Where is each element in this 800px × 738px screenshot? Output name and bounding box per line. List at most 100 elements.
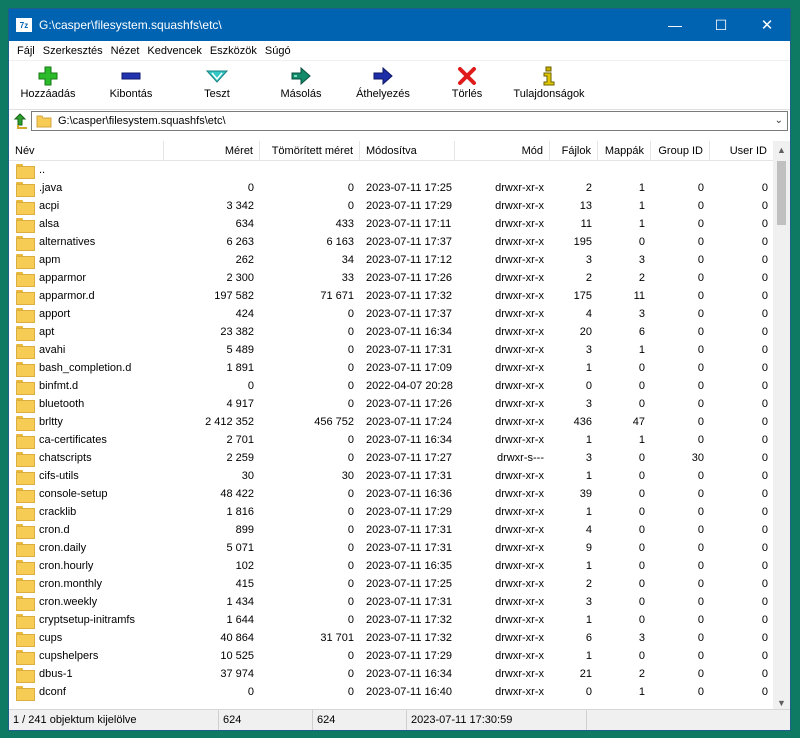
address-field[interactable]: G:\casper\filesystem.squashfs\etc\ ⌄ <box>31 110 788 131</box>
vertical-scrollbar[interactable]: ▲ ▼ <box>773 141 790 711</box>
toolbar: Hozzáadás Kibontás Teszt Másolás Áthelye… <box>9 61 790 107</box>
col-user-id[interactable]: User ID <box>710 141 774 161</box>
cell-files: 11 <box>580 218 592 230</box>
test-button[interactable]: Teszt <box>177 65 257 100</box>
move-button[interactable]: Áthelyezés <box>343 65 423 100</box>
list-rows: .. .java 0 0 2023-07-11 17:25 drwxr-xr-x 2 1 0 0 a… <box>9 161 774 711</box>
properties-button[interactable]: Tulajdonságok <box>509 65 589 100</box>
cell-group-id: 0 <box>697 398 704 410</box>
table-row[interactable]: ca-certificates 2 701 0 2023-07-11 16:34 drw… <box>9 431 774 449</box>
up-folder-button[interactable] <box>9 110 31 132</box>
table-row[interactable]: bash_completion.d 1 891 0 2023-07-11 17:09 d… <box>9 359 774 377</box>
delete-button[interactable]: Törlés <box>427 65 507 100</box>
table-row[interactable]: cryptsetup-initramfs 1 644 0 2023-07-11 17:… <box>9 611 774 629</box>
table-row[interactable]: apt 23 382 0 2023-07-11 16:34 drwxr-xr-x 20 6 0… <box>9 323 774 341</box>
minimize-button[interactable]: — <box>652 9 698 41</box>
cell-modified: 2023-07-11 17:09 <box>366 362 453 374</box>
table-row[interactable]: cron.weekly 1 434 0 2023-07-11 17:31 drwxr-x… <box>9 593 774 611</box>
table-row[interactable]: avahi 5 489 0 2023-07-11 17:31 drwxr-xr-x 3 1 0… <box>9 341 774 359</box>
table-row[interactable]: .. <box>9 161 774 179</box>
info-icon <box>542 65 556 87</box>
table-row[interactable]: acpi 3 342 0 2023-07-11 17:29 drwxr-xr-x 13 1 0… <box>9 197 774 215</box>
cell-folders: 1 <box>638 434 645 446</box>
col-name[interactable]: Név <box>9 141 164 161</box>
table-row[interactable]: dconf 0 0 2023-07-11 16:40 drwxr-xr-x 0 1 0 0 <box>9 683 774 701</box>
col-group-id[interactable]: Group ID <box>651 141 710 161</box>
table-row[interactable]: alsa 634 433 2023-07-11 17:11 drwxr-xr-x 11 1 0… <box>9 215 774 233</box>
close-button[interactable]: ✕ <box>744 9 790 41</box>
file-list: Név Méret Tömörített méret Módosítva Mód… <box>9 141 790 711</box>
cell-name: .java <box>39 182 63 194</box>
col-size[interactable]: Méret <box>164 141 260 161</box>
table-row[interactable]: apparmor.d 197 582 71 671 2023-07-11 17:32 d… <box>9 287 774 305</box>
table-row[interactable]: bluetooth 4 917 0 2023-07-11 17:26 drwxr-xr-… <box>9 395 774 413</box>
cell-folders: 0 <box>638 452 645 464</box>
table-row[interactable]: binfmt.d 0 0 2022-04-07 20:28 drwxr-xr-x 0 0 0 0 <box>9 377 774 395</box>
maximize-button[interactable]: ☐ <box>698 9 744 41</box>
table-row[interactable]: .java 0 0 2023-07-11 17:25 drwxr-xr-x 2 1 0 0 <box>9 179 774 197</box>
folder-icon <box>16 380 35 395</box>
table-row[interactable]: brltty 2 412 352 456 752 2023-07-11 17:24 dr… <box>9 413 774 431</box>
cell-folders: 0 <box>638 578 645 590</box>
cell-modified <box>360 161 470 179</box>
cell-group-id: 0 <box>697 470 704 482</box>
menu-favorites[interactable]: Kedvencek <box>143 45 205 57</box>
cell-group-id: 0 <box>697 182 704 194</box>
menu-edit[interactable]: Szerkesztés <box>39 45 107 57</box>
table-row[interactable]: apm 262 34 2023-07-11 17:12 drwxr-xr-x 3 3 0 0 <box>9 251 774 269</box>
col-mode[interactable]: Mód <box>455 141 550 161</box>
status-packed: 624 <box>313 710 407 730</box>
add-button[interactable]: Hozzáadás <box>9 65 87 100</box>
menu-help[interactable]: Súgó <box>261 45 295 57</box>
col-packed[interactable]: Tömörített méret <box>260 141 360 161</box>
move-label: Áthelyezés <box>356 88 410 100</box>
copy-button[interactable]: Másolás <box>261 65 341 100</box>
cell-group-id: 0 <box>697 650 704 662</box>
table-row[interactable]: chatscripts 2 259 0 2023-07-11 17:27 drwxr-s… <box>9 449 774 467</box>
table-row[interactable]: console-setup 48 422 0 2023-07-11 16:36 drwx… <box>9 485 774 503</box>
cell-modified: 2023-07-11 17:31 <box>366 344 453 356</box>
cell-group-id: 0 <box>697 236 704 248</box>
cell-name: ca-certificates <box>39 434 107 446</box>
cell-name: dconf <box>39 686 66 698</box>
table-row[interactable]: alternatives 6 263 6 163 2023-07-11 17:37 dr… <box>9 233 774 251</box>
table-row[interactable]: apparmor 2 300 33 2023-07-11 17:26 drwxr-xr-… <box>9 269 774 287</box>
table-row[interactable]: cron.hourly 102 0 2023-07-11 16:35 drwxr-xr-… <box>9 557 774 575</box>
scroll-up-icon[interactable]: ▲ <box>773 141 790 158</box>
folder-icon <box>16 344 35 359</box>
cell-size: 23 382 <box>220 326 254 338</box>
table-row[interactable]: cracklib 1 816 0 2023-07-11 17:29 drwxr-xr-x… <box>9 503 774 521</box>
extract-button[interactable]: Kibontás <box>91 65 171 100</box>
col-modified[interactable]: Módosítva <box>360 141 455 161</box>
cell-name: cron.monthly <box>39 578 102 590</box>
table-row[interactable]: dbus-1 37 974 0 2023-07-11 16:34 drwxr-xr-x 2… <box>9 665 774 683</box>
menu-file[interactable]: Fájl <box>13 45 39 57</box>
cell-files: 21 <box>579 668 592 680</box>
folder-icon <box>16 290 35 305</box>
table-row[interactable]: cupshelpers 10 525 0 2023-07-11 17:29 drwxr-… <box>9 647 774 665</box>
cell-group-id: 0 <box>697 434 704 446</box>
scroll-thumb[interactable] <box>777 161 786 225</box>
cell-files: 3 <box>585 254 592 266</box>
cell-mode: drwxr-xr-x <box>495 200 544 212</box>
folder-icon <box>16 506 35 521</box>
table-row[interactable]: cups 40 864 31 701 2023-07-11 17:32 drwxr-xr… <box>9 629 774 647</box>
menu-tools[interactable]: Eszközök <box>206 45 261 57</box>
folder-icon <box>16 236 35 251</box>
menu-view[interactable]: Nézet <box>107 45 144 57</box>
cell-size: 5 489 <box>226 344 254 356</box>
chevron-down-icon[interactable]: ⌄ <box>775 115 783 126</box>
cell-packed: 0 <box>347 650 354 662</box>
table-row[interactable]: cron.d 899 0 2023-07-11 17:31 drwxr-xr-x 4 0 0 0 <box>9 521 774 539</box>
table-row[interactable]: cron.daily 5 071 0 2023-07-11 17:31 drwxr-xr… <box>9 539 774 557</box>
cell-files: 1 <box>585 506 592 518</box>
table-row[interactable]: apport 424 0 2023-07-11 17:37 drwxr-xr-x 4 3 0 0 <box>9 305 774 323</box>
title-bar[interactable]: 7z G:\casper\filesystem.squashfs\etc\ — … <box>9 9 790 41</box>
col-folders[interactable]: Mappák <box>598 141 651 161</box>
cell-name: acpi <box>39 200 60 212</box>
col-files[interactable]: Fájlok <box>550 141 598 161</box>
cell-packed: 0 <box>347 398 354 410</box>
table-row[interactable]: cifs-utils 30 30 2023-07-11 17:31 drwxr-xr-x… <box>9 467 774 485</box>
table-row[interactable]: cron.monthly 415 0 2023-07-11 17:25 drwxr-xr… <box>9 575 774 593</box>
cell-size: 197 582 <box>214 290 254 302</box>
